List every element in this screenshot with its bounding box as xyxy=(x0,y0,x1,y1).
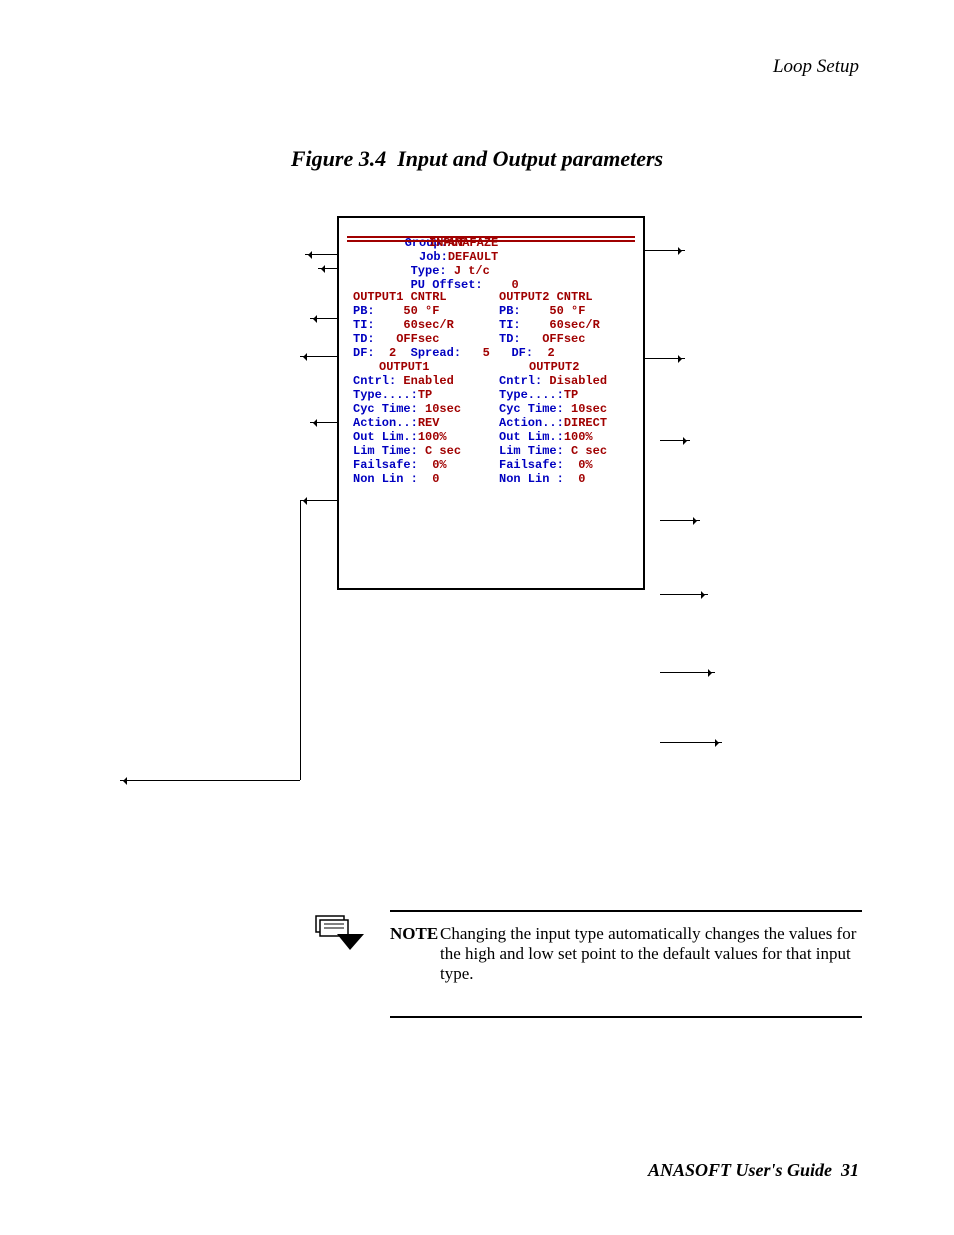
out1-cntrl-header: OUTPUT1 CNTRL xyxy=(353,290,447,304)
footer-page: 31 xyxy=(841,1160,859,1180)
out2-cntrl-header: OUTPUT2 CNTRL xyxy=(499,290,593,304)
note-rule-top xyxy=(390,910,862,912)
o1-action: REV xyxy=(418,416,440,430)
output2-header: OUTPUT2 xyxy=(529,360,579,374)
o1-outlim: 100% xyxy=(418,430,447,444)
spread-value: 5 xyxy=(483,346,490,360)
o1-failsafe: 0% xyxy=(432,458,446,472)
figure-title: Input and Output parameters xyxy=(397,146,663,171)
figure-caption: Figure 3.4 Input and Output parameters xyxy=(0,146,954,172)
o1-limtime: C sec xyxy=(425,444,461,458)
o2-action: DIRECT xyxy=(564,416,607,430)
o2-nonlin: 0 xyxy=(578,472,585,486)
o2-cntrl: Disabled xyxy=(549,374,607,388)
o2-outlim: 100% xyxy=(564,430,593,444)
o1-cyc: 10sec xyxy=(425,402,461,416)
o1-pb: 50 °F xyxy=(403,304,439,318)
o1-nonlin: 0 xyxy=(432,472,439,486)
o1-type: TP xyxy=(418,388,432,402)
note-label: NOTE xyxy=(390,924,438,944)
figure-number: Figure 3.4 xyxy=(291,146,386,171)
o2-ti: 60sec/R xyxy=(549,318,599,332)
note-icon xyxy=(310,902,364,950)
o2-limtime: C sec xyxy=(571,444,607,458)
o1-df: 2 xyxy=(389,346,396,360)
o2-cyc: 10sec xyxy=(571,402,607,416)
page-footer: ANASOFT User's Guide 31 xyxy=(648,1160,859,1181)
running-header: Loop Setup xyxy=(773,56,859,78)
footer-doc: ANASOFT User's Guide xyxy=(648,1160,832,1180)
screenshot-panel: Group:ANAFAZE Job:DEFAULT INPUT Type: J … xyxy=(337,216,645,590)
input-section-header: INPUT xyxy=(429,236,465,250)
note-body: Changing the input type automatically ch… xyxy=(440,924,862,984)
o2-type: TP xyxy=(564,388,578,402)
o1-td: OFFsec xyxy=(396,332,439,346)
o2-td: OFFsec xyxy=(542,332,585,346)
spread-label: Spread: xyxy=(411,346,461,360)
output1-header: OUTPUT1 xyxy=(379,360,429,374)
note-rule-bottom xyxy=(390,1016,862,1018)
o1-cntrl: Enabled xyxy=(403,374,453,388)
o2-df: 2 xyxy=(547,346,554,360)
o2-pb: 50 °F xyxy=(549,304,585,318)
o2-failsafe: 0% xyxy=(578,458,592,472)
o1-ti: 60sec/R xyxy=(403,318,453,332)
